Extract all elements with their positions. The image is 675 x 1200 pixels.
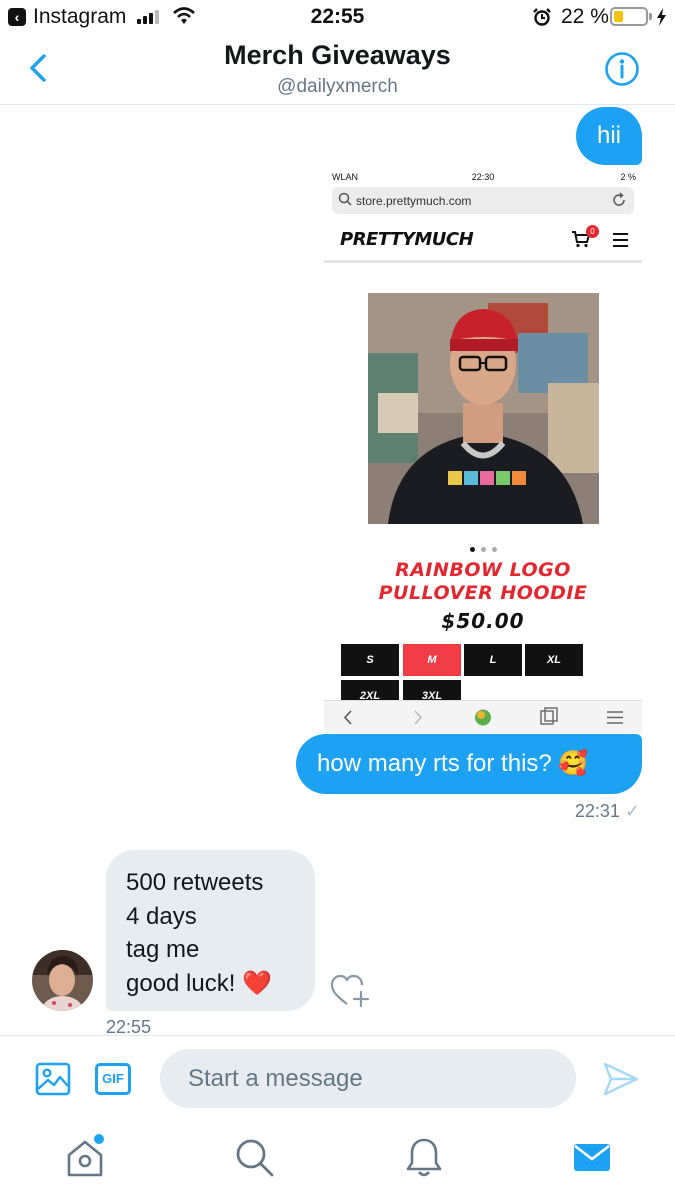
sent-timestamp-text: 22:31 bbox=[574, 801, 620, 821]
embedded-url-bar: store.prettymuch.com bbox=[332, 187, 634, 214]
size-option-s: S bbox=[341, 644, 399, 676]
received-line-2: 4 days bbox=[126, 902, 197, 930]
conversation-handle[interactable]: @dailyxmerch bbox=[0, 76, 675, 98]
embedded-url-text: store.prettymuch.com bbox=[356, 194, 472, 208]
embedded-battery: 2 % bbox=[620, 172, 636, 182]
received-line-1: 500 retweets bbox=[126, 869, 264, 896]
shared-image[interactable]: WLAN 22:30 2 % store.prettymuch.com PRET… bbox=[324, 167, 642, 733]
image-carousel-dots bbox=[324, 539, 642, 557]
home-notification-dot bbox=[94, 1134, 104, 1144]
embedded-status-bar: WLAN 22:30 2 % bbox=[324, 167, 642, 187]
embedded-browser-toolbar bbox=[324, 700, 642, 733]
embedded-store-logo: PRETTYMUCH bbox=[340, 229, 474, 250]
embedded-store-nav: PRETTYMUCH 0 bbox=[324, 219, 642, 263]
embedded-cart-badge: 0 bbox=[586, 225, 599, 238]
embedded-search-icon bbox=[338, 192, 352, 206]
size-option-l: L bbox=[464, 644, 522, 676]
bottom-tab-bar bbox=[0, 1121, 675, 1200]
embedded-menu-icon bbox=[613, 233, 628, 251]
received-line-3: tag me bbox=[126, 936, 200, 963]
gif-button[interactable]: GIF bbox=[95, 1063, 131, 1095]
mail-icon[interactable] bbox=[570, 1135, 614, 1179]
send-icon[interactable] bbox=[602, 1061, 640, 1097]
info-icon[interactable] bbox=[604, 51, 640, 87]
embedded-product-name-line1: RAINBOW LOGO bbox=[395, 559, 571, 581]
message-composer: GIF bbox=[0, 1035, 675, 1121]
embedded-product-name-line2: PULLOVER HOODIE bbox=[378, 582, 588, 604]
received-message-bubble[interactable]: 500 retweets 4 days tag me good luck! ❤️ bbox=[106, 850, 315, 1011]
embedded-reload-icon bbox=[613, 192, 625, 206]
conversation-title[interactable]: Merch Giveaways bbox=[0, 40, 675, 71]
sent-message-bubble[interactable]: hii bbox=[576, 107, 642, 165]
battery-icon bbox=[610, 7, 648, 26]
embedded-clock: 22:30 bbox=[471, 172, 495, 182]
sent-timestamp: 22:31 ✓ bbox=[540, 801, 640, 822]
received-line-4: good luck! ❤️ bbox=[126, 969, 272, 997]
message-input[interactable] bbox=[160, 1049, 576, 1108]
image-icon[interactable] bbox=[35, 1061, 71, 1097]
embedded-product-name: RAINBOW LOGO PULLOVER HOODIE bbox=[324, 559, 642, 605]
battery-nub bbox=[649, 13, 652, 20]
bell-icon[interactable] bbox=[402, 1135, 446, 1179]
heart-plus-icon[interactable] bbox=[330, 973, 370, 1009]
search-icon[interactable] bbox=[232, 1135, 276, 1179]
battery-percentage: 22 % bbox=[561, 5, 609, 28]
sent-message-bubble-question[interactable]: how many rts for this? 🥰 bbox=[296, 734, 642, 794]
size-option-xl: XL bbox=[525, 644, 583, 676]
avatar[interactable] bbox=[32, 950, 93, 1011]
alarm-icon bbox=[533, 8, 551, 26]
read-check-icon: ✓ bbox=[624, 801, 640, 821]
size-option-m: M bbox=[403, 644, 461, 676]
embedded-product-price: $50.00 bbox=[441, 609, 525, 633]
conversation-header: Merch Giveaways @dailyxmerch bbox=[0, 36, 675, 105]
charging-bolt-icon bbox=[657, 8, 666, 26]
product-photo bbox=[368, 293, 599, 524]
status-bar: ‹ Instagram 22:55 22 % bbox=[0, 0, 675, 36]
